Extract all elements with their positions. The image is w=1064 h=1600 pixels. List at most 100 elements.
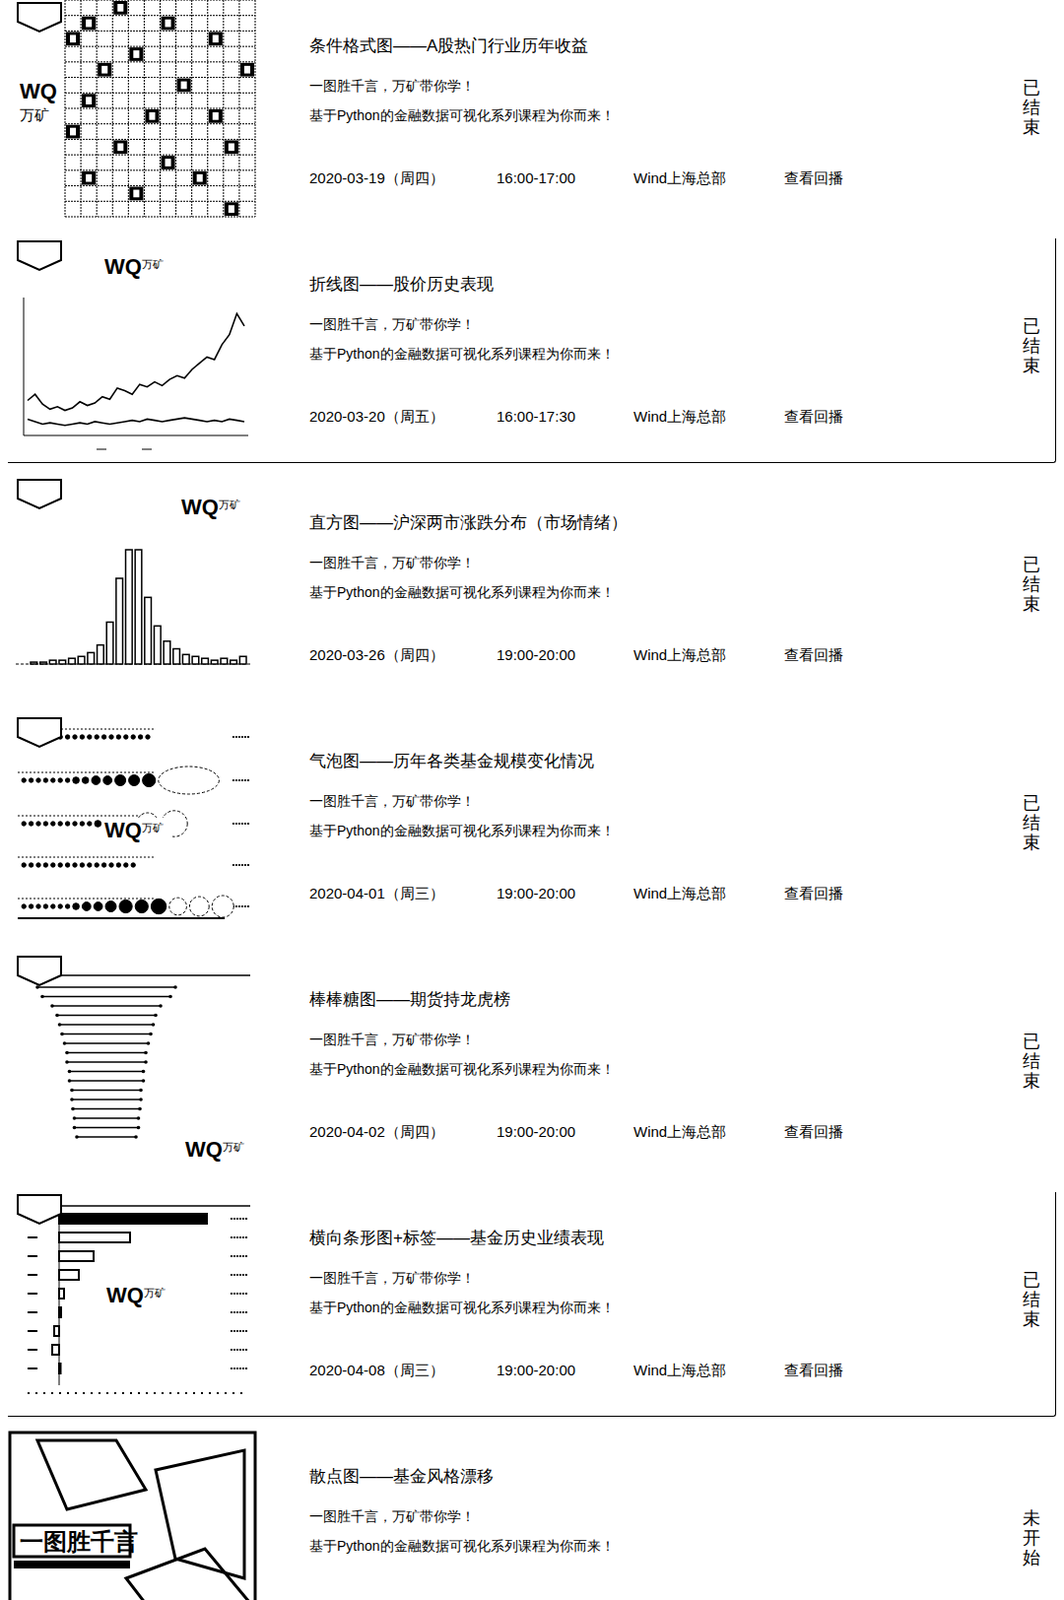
- svg-text:WQ: WQ: [19, 78, 58, 104]
- course-status: 已结束: [1022, 78, 1041, 137]
- course-row[interactable]: WQ万矿直方图——沪深两市涨跌分布（市场情绪）一图胜千言，万矿带你学！基于Pyt…: [7, 476, 1057, 702]
- replay-link[interactable]: 查看回播: [784, 882, 844, 905]
- histogram-bar: [30, 662, 38, 665]
- replay-link[interactable]: 查看回播: [784, 167, 844, 190]
- lollipop: [72, 1116, 141, 1121]
- bubble: [91, 776, 101, 786]
- bubble: [93, 902, 103, 912]
- histogram-bar: [182, 654, 190, 665]
- course-thumbnail[interactable]: 一图胜千言: [7, 1430, 258, 1600]
- bubble: [94, 734, 99, 739]
- course-row[interactable]: WQ万矿 折线图——股价历史表现一图胜千言，万矿带你学！ 基于Python的金融数据…: [7, 238, 1057, 464]
- course-row[interactable]: WQ万矿棒棒糖图——期货持龙虎榜一图胜千言，万矿带你学！基于Python的金融数…: [7, 953, 1057, 1179]
- bookmark-icon: [17, 1195, 62, 1224]
- course-thumbnail[interactable]: WQ万矿: [7, 953, 258, 1173]
- course-title[interactable]: 横向条形图+标签——基金历史业绩表现: [309, 1225, 1008, 1252]
- thumbnail-chart: 一图胜千言: [7, 1430, 258, 1600]
- lollipop: [65, 1060, 148, 1064]
- histogram-bar: [59, 660, 67, 665]
- line-series: [27, 417, 245, 426]
- bubble: [51, 904, 56, 909]
- bubble: [119, 899, 133, 913]
- bubble: [103, 776, 113, 786]
- course-place: Wind上海总部: [633, 644, 785, 666]
- bubble: [79, 863, 84, 867]
- thumbnail-chart: WQ万矿: [7, 1192, 258, 1411]
- course-title[interactable]: 条件格式图——A股热门行业历年收益: [309, 33, 1008, 60]
- lollipop: [72, 1126, 141, 1131]
- bar: [27, 1251, 249, 1262]
- histogram-bar: [106, 621, 114, 665]
- bubble: [72, 821, 77, 826]
- course-row[interactable]: WQ万矿 条件格式图——A股热门行业历年收益一图胜千言，万矿带你学！基于Pytho…: [7, 0, 1057, 225]
- bubble: [131, 734, 135, 739]
- bubble: [65, 821, 69, 826]
- course-info: 条件格式图——A股热门行业历年收益一图胜千言，万矿带你学！基于Python的金融…: [257, 0, 1008, 224]
- histogram-bar: [144, 597, 152, 665]
- course-time: 19:00-20:00: [496, 1359, 634, 1382]
- bubble: [211, 895, 234, 918]
- bubble: [79, 821, 84, 826]
- bubble: [58, 821, 63, 826]
- course-row[interactable]: WQ万矿横向条形图+标签——基金历史业绩表现一图胜千言，万矿带你学！基于Pyth…: [7, 1192, 1057, 1417]
- course-title[interactable]: 气泡图——历年各类基金规模变化情况: [309, 748, 1008, 775]
- course-status: 已结束: [1022, 317, 1041, 376]
- bubble: [51, 778, 56, 783]
- course-row[interactable]: 一图胜千言散点图——基金风格漂移一图胜千言，万矿带你学！基于Python的金融数…: [7, 1430, 1057, 1600]
- grid-cell: [81, 171, 96, 186]
- bubble: [142, 773, 156, 787]
- histogram-bar: [49, 660, 57, 665]
- replay-link[interactable]: 查看回播: [784, 405, 844, 428]
- course-thumbnail[interactable]: WQ万矿: [7, 715, 258, 934]
- course-desc: 一图胜千言，万矿带你学！: [309, 313, 1008, 335]
- course-row[interactable]: WQ万矿气泡图——历年各类基金规模变化情况一图胜千言，万矿带你学！基于Pytho…: [7, 715, 1057, 940]
- course-time: 16:00-17:00: [496, 167, 634, 190]
- bubble: [36, 863, 41, 867]
- course-info: 折线图——股价历史表现一图胜千言，万矿带你学！ 基于Python的金融数据可视化系…: [257, 238, 1008, 463]
- logo: WQ万矿: [17, 76, 62, 125]
- course-desc: 一图胜千言，万矿带你学！: [309, 790, 1008, 812]
- bubble: [124, 863, 129, 867]
- svg-text:WQ: WQ: [181, 494, 219, 520]
- histogram: WQ万矿: [15, 479, 251, 665]
- bubble: [58, 778, 63, 783]
- course-thumbnail[interactable]: WQ万矿: [7, 238, 258, 458]
- course-thumbnail[interactable]: WQ万矿: [7, 0, 258, 219]
- bubble: [21, 904, 26, 909]
- course-meta: 2020-04-08（周三）19:00-20:00Wind上海总部查看回播: [309, 1359, 1008, 1382]
- course-time: 19:00-20:00: [496, 1121, 634, 1143]
- course-date: 2020-03-26（周四）: [309, 644, 497, 666]
- svg-text:万矿: 万矿: [141, 821, 164, 834]
- bubble: [51, 863, 56, 867]
- grid-cell: [224, 201, 239, 216]
- course-time: 16:00-17:30: [496, 405, 634, 428]
- course-thumbnail[interactable]: WQ万矿: [7, 1192, 258, 1411]
- course-meta: 2020-04-02（周四）19:00-20:00Wind上海总部查看回播: [309, 1121, 1008, 1143]
- grid-cell: [208, 109, 223, 124]
- grid-cell: [81, 93, 96, 108]
- status-column: 已结束: [1007, 1192, 1056, 1416]
- grid-cell: [224, 139, 239, 154]
- bubble: [105, 901, 117, 913]
- course-title[interactable]: 折线图——股价历史表现: [309, 271, 1008, 298]
- replay-link[interactable]: 查看回播: [784, 644, 844, 666]
- course-time: 19:00-20:00: [496, 882, 634, 905]
- course-title[interactable]: 散点图——基金风格漂移: [309, 1463, 1008, 1490]
- replay-link[interactable]: 查看回播: [784, 1359, 844, 1382]
- course-thumbnail[interactable]: WQ万矿: [7, 476, 258, 696]
- grid-cell: [66, 31, 80, 46]
- histogram-bar: [153, 625, 161, 665]
- course-title[interactable]: 棒棒糖图——期货持龙虎榜: [309, 987, 1008, 1013]
- bubble: [115, 775, 127, 787]
- histogram-bar: [220, 658, 228, 665]
- bubble: [58, 863, 63, 867]
- bubble: [134, 899, 148, 913]
- grid-cell: [161, 155, 176, 170]
- bookmark-icon: [17, 241, 62, 270]
- bar: [27, 1232, 249, 1243]
- course-title[interactable]: 直方图——沪深两市涨跌分布（市场情绪）: [309, 510, 1008, 536]
- course-date: 2020-03-19（周四）: [309, 167, 497, 190]
- replay-link[interactable]: 查看回播: [784, 1121, 844, 1143]
- course-desc: 基于Python的金融数据可视化系列课程为你而来！: [309, 342, 1008, 365]
- course-status: 已结束: [1022, 794, 1041, 853]
